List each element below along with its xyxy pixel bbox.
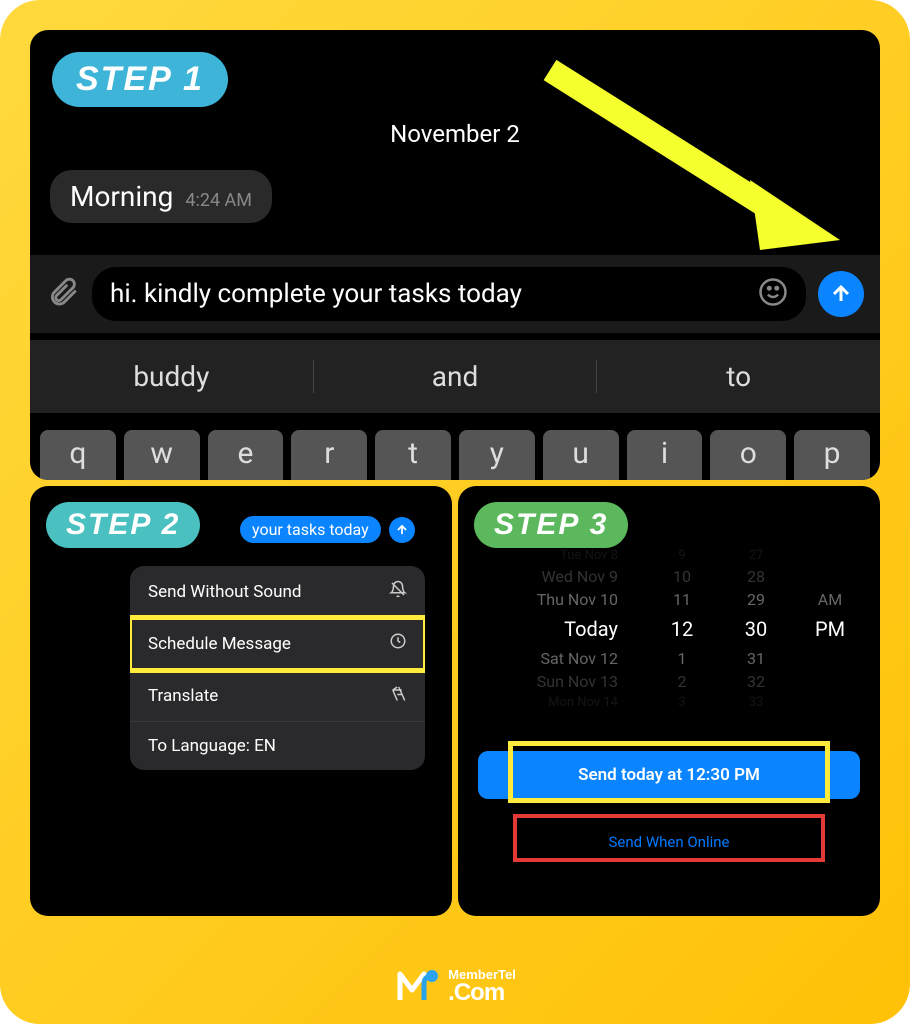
incoming-message-text: Morning (70, 180, 173, 213)
incoming-message: Morning 4:24 AM (50, 170, 272, 223)
tutorial-frame: STEP 1 November 2 Morning 4:24 AM hi. ki (0, 0, 910, 1024)
suggestion-1[interactable]: buddy (30, 360, 314, 393)
step2-bubble-text: your tasks today (240, 516, 381, 543)
menu-label: Schedule Message (148, 634, 291, 654)
step3-panel: STEP 3 Tue Nov 8927 Wed Nov 91028 Thu No… (458, 486, 880, 916)
clock-icon (389, 632, 407, 655)
key-q[interactable]: q (40, 430, 116, 480)
menu-send-without-sound[interactable]: Send Without Sound (130, 566, 425, 618)
keyboard-suggestions: buddy and to (30, 340, 880, 413)
bell-off-icon (389, 580, 407, 603)
step1-badge: STEP 1 (52, 52, 228, 107)
message-input-text: hi. kindly complete your tasks today (110, 279, 522, 309)
menu-translate[interactable]: Translate (130, 670, 425, 722)
menu-schedule-message[interactable]: Schedule Message (130, 618, 425, 670)
wheel-row-selected: Today1230PM (508, 611, 850, 647)
translate-icon (389, 684, 407, 707)
key-y[interactable]: y (459, 430, 535, 480)
wheel-row: Sat Nov 12131 (508, 647, 850, 670)
key-r[interactable]: r (291, 430, 367, 480)
menu-label: Send Without Sound (148, 582, 301, 602)
compose-bar: hi. kindly complete your tasks today (30, 255, 880, 333)
arrow-annotation-icon (510, 50, 850, 250)
date-time-picker[interactable]: Tue Nov 8927 Wed Nov 91028 Thu Nov 10112… (508, 546, 850, 712)
step2-panel: STEP 2 your tasks today Send Without Sou… (30, 486, 452, 916)
send-context-menu: Send Without Sound Schedule Message Tran… (130, 566, 425, 770)
wheel-row: Mon Nov 14333 (508, 693, 850, 712)
key-e[interactable]: e (208, 430, 284, 480)
menu-label: Translate (148, 686, 218, 706)
wheel-row: Sun Nov 13232 (508, 670, 850, 693)
emoji-icon[interactable] (758, 277, 788, 311)
wheel-row: Wed Nov 91028 (508, 565, 850, 588)
logo-text: MemberTel .Com (448, 968, 516, 1005)
menu-label: To Language: EN (148, 736, 276, 756)
send-button[interactable] (818, 271, 864, 317)
message-input[interactable]: hi. kindly complete your tasks today (92, 267, 806, 321)
step2-badge: STEP 2 (46, 502, 200, 548)
suggestion-2[interactable]: and (314, 360, 598, 393)
step3-badge: STEP 3 (474, 502, 628, 548)
key-t[interactable]: t (375, 430, 451, 480)
menu-to-language[interactable]: To Language: EN (130, 722, 425, 770)
key-i[interactable]: i (627, 430, 703, 480)
step1-panel: STEP 1 November 2 Morning 4:24 AM hi. ki (30, 30, 880, 480)
key-o[interactable]: o (710, 430, 786, 480)
logo-icon (394, 962, 442, 1010)
paperclip-icon[interactable] (46, 275, 80, 313)
wheel-row: Thu Nov 101129AM (508, 588, 850, 611)
key-w[interactable]: w (124, 430, 200, 480)
step2-message-preview: your tasks today (240, 516, 415, 543)
brand-logo: MemberTel .Com (0, 962, 910, 1010)
keyboard-row: q w e r t y u i o p (40, 430, 870, 480)
send-when-online-button[interactable]: Send When Online (518, 821, 820, 863)
suggestion-3[interactable]: to (597, 360, 880, 393)
incoming-message-time: 4:24 AM (185, 190, 252, 211)
send-today-button[interactable]: Send today at 12:30 PM (478, 751, 860, 799)
key-u[interactable]: u (543, 430, 619, 480)
mini-send-button[interactable] (389, 517, 415, 543)
wheel-row: Tue Nov 8927 (508, 546, 850, 565)
key-p[interactable]: p (794, 430, 870, 480)
